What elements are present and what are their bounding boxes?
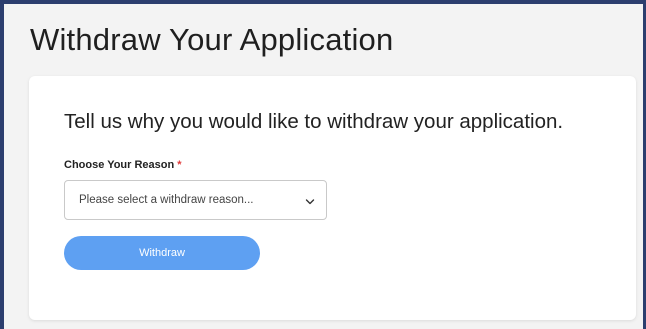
reason-label-text: Choose Your Reason [64, 159, 175, 171]
reason-select[interactable]: Please select a withdraw reason... [64, 180, 327, 220]
page-title: Withdraw Your Application [30, 22, 394, 57]
card-heading: Tell us why you would like to withdraw y… [64, 110, 564, 133]
chevron-down-icon [305, 194, 315, 205]
reason-label: Choose Your Reason * [64, 159, 182, 171]
withdraw-card: Tell us why you would like to withdraw y… [29, 76, 636, 320]
page-frame: Withdraw Your Application Tell us why yo… [0, 0, 646, 329]
reason-select-value: Please select a withdraw reason... [79, 194, 254, 206]
required-marker: * [177, 159, 182, 171]
withdraw-button[interactable]: Withdraw [64, 236, 260, 270]
